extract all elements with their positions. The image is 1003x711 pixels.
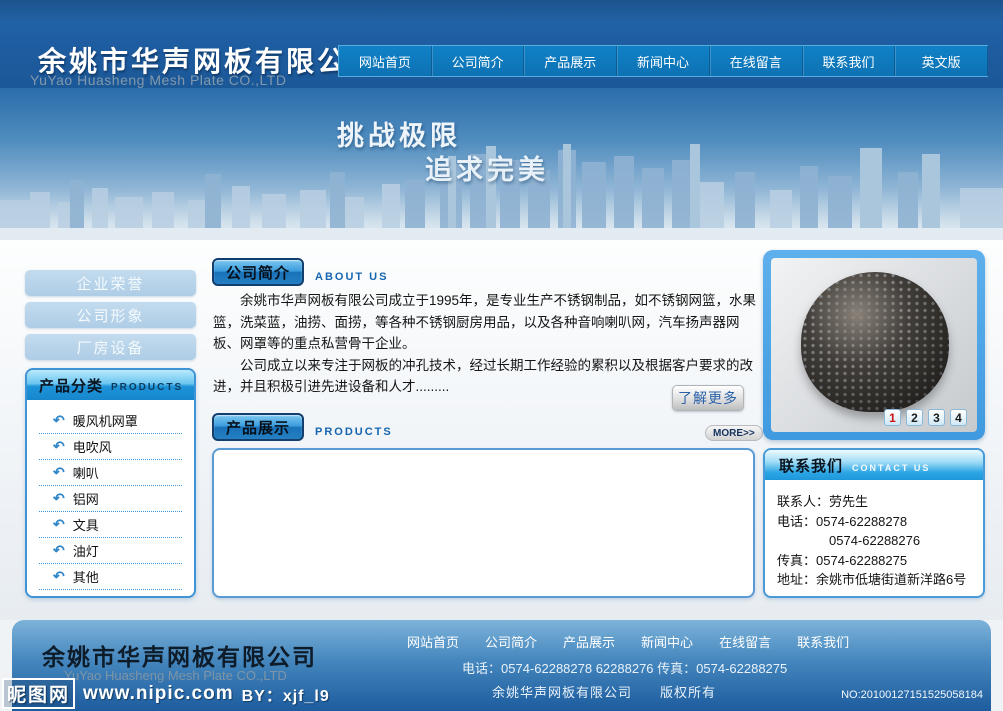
header: 余姚市华声网板有限公司 YuYao Huasheng Mesh Plate CO… [0,0,1003,88]
nav-item-message[interactable]: 在线留言 [710,46,803,76]
company-logo-subtext: YuYao Huasheng Mesh Plate CO.,LTD [30,72,286,88]
page-button-1[interactable]: 1 [884,409,901,426]
nav-item-products[interactable]: 产品展示 [524,46,617,76]
category-label: 喇叭 [73,463,99,482]
curved-arrow-icon: ↶ [53,438,65,455]
category-item-stationery[interactable]: ↶ 文具 [39,512,182,538]
content-area: 企业荣誉 公司形象 厂房设备 产品分类 PRODUCTS ↶ 暖风机网罩 ↶ 电… [0,240,1003,620]
curved-arrow-icon: ↶ [53,542,65,559]
product-category-subtitle: PRODUCTS [111,382,183,393]
mesh-dome-graphic [801,272,949,412]
product-photo-panel: 1 2 3 4 [763,250,985,440]
nav-item-english[interactable]: 英文版 [895,46,988,76]
footer-serial-number: NO:20100127151525058184 [841,689,983,701]
company-intro-text: 余姚市华声网板有限公司成立于1995年，是专业生产不锈钢制品，如不锈钢网篮，水果… [213,290,758,398]
contact-panel: 联系我们 CONTACT US 联系人：劳先生 电话：0574-62288278… [763,448,985,598]
contact-panel-header: 联系我们 CONTACT US [765,450,983,480]
intro-paragraph-1: 余姚市华声网板有限公司成立于1995年，是专业生产不锈钢制品，如不锈钢网篮，水果… [213,290,758,355]
category-label: 铝网 [73,489,99,508]
category-item-oil-lamp[interactable]: ↶ 油灯 [39,538,182,564]
curved-arrow-icon: ↶ [53,568,65,585]
category-label: 其他 [73,567,99,586]
footer-company-name: 余姚市华声网板有限公司 [42,638,317,672]
footer-nav-about[interactable]: 公司简介 [485,632,537,651]
footer-nav-home[interactable]: 网站首页 [407,632,459,651]
footer-phone-line: 电话：0574-62288278 62288276 传真：0574-622882… [462,658,787,677]
category-item-hairdryer[interactable]: ↶ 电吹风 [39,434,182,460]
page-button-4[interactable]: 4 [950,409,967,426]
sidebar-button-honor[interactable]: 企业荣誉 [25,270,196,296]
main-nav: 网站首页 公司简介 产品展示 新闻中心 在线留言 联系我们 英文版 [338,45,988,77]
curved-arrow-icon: ↶ [53,516,65,533]
product-category-list: ↶ 暖风机网罩 ↶ 电吹风 ↶ 喇叭 ↶ 铝网 ↶ 文具 [27,400,194,590]
sidebar-button-image[interactable]: 公司形象 [25,302,196,328]
product-display-box [212,448,755,598]
contact-info: 联系人：劳先生 电话：0574-62288278 0574-62288276 传… [765,480,983,590]
products-en-label: PRODUCTS [315,426,393,438]
product-category-panel: 产品分类 PRODUCTS ↶ 暖风机网罩 ↶ 电吹风 ↶ 喇叭 ↶ [25,368,196,598]
contact-fax-line: 传真：0574-62288275 [777,551,983,571]
page-button-2[interactable]: 2 [906,409,923,426]
nav-item-home[interactable]: 网站首页 [339,46,432,76]
watermark: 昵图网 www.nipic.com BY：xjf_l9 [2,678,330,709]
product-category-title: 产品分类 [39,375,103,396]
nav-item-about[interactable]: 公司简介 [432,46,525,76]
banner: 挑战极限 追求完美 [0,88,1003,240]
more-products-button[interactable]: MORE>> [705,425,763,441]
category-label: 油灯 [73,541,99,560]
product-category-header: 产品分类 PRODUCTS [27,370,194,400]
footer-copyright: 余姚华声网板有限公司 版权所有 [492,682,716,701]
mesh-dome-product-image[interactable]: 1 2 3 4 [771,258,977,432]
category-label: 文具 [73,515,99,534]
sidebar-button-factory[interactable]: 厂房设备 [25,334,196,360]
tab-product-display[interactable]: 产品展示 [212,413,304,441]
learn-more-button[interactable]: 了解更多 [672,385,744,411]
category-label: 暖风机网罩 [73,411,138,430]
watermark-author: BY：xjf_l9 [242,682,330,706]
footer-nav-message[interactable]: 在线留言 [719,632,771,651]
category-item-other[interactable]: ↶ 其他 [39,564,182,590]
tab-about-us[interactable]: 公司简介 [212,258,304,286]
nav-item-contact[interactable]: 联系我们 [803,46,896,76]
watermark-site-logo: 昵图网 [2,678,75,709]
watermark-url: www.nipic.com [83,683,234,705]
nav-item-news[interactable]: 新闻中心 [617,46,710,76]
curved-arrow-icon: ↶ [53,490,65,507]
photo-pagination: 1 2 3 4 [884,409,967,426]
contact-phone-line-1: 电话：0574-62288278 [777,512,983,532]
footer-nav-news[interactable]: 新闻中心 [641,632,693,651]
contact-phone-line-2: 0574-62288276 [777,531,983,551]
banner-slogan-line2: 追求完美 [425,148,549,187]
curved-arrow-icon: ↶ [53,412,65,429]
contact-address-line: 地址：余姚市低塘街道新洋路6号 [777,570,983,590]
category-item-heater-mesh[interactable]: ↶ 暖风机网罩 [39,408,182,434]
contact-title-en: CONTACT US [852,463,930,473]
footer-nav-products[interactable]: 产品展示 [563,632,615,651]
about-us-en-label: ABOUT US [315,271,388,283]
footer-nav-contact[interactable]: 联系我们 [797,632,849,651]
footer-nav: 网站首页 公司简介 产品展示 新闻中心 在线留言 联系我们 [407,632,849,651]
page-button-3[interactable]: 3 [928,409,945,426]
curved-arrow-icon: ↶ [53,464,65,481]
category-label: 电吹风 [73,437,112,456]
contact-person-line: 联系人：劳先生 [777,492,983,512]
category-item-aluminum-mesh[interactable]: ↶ 铝网 [39,486,182,512]
page: 余姚市华声网板有限公司 YuYao Huasheng Mesh Plate CO… [0,0,1003,711]
contact-title: 联系我们 [779,455,843,476]
category-item-speaker[interactable]: ↶ 喇叭 [39,460,182,486]
